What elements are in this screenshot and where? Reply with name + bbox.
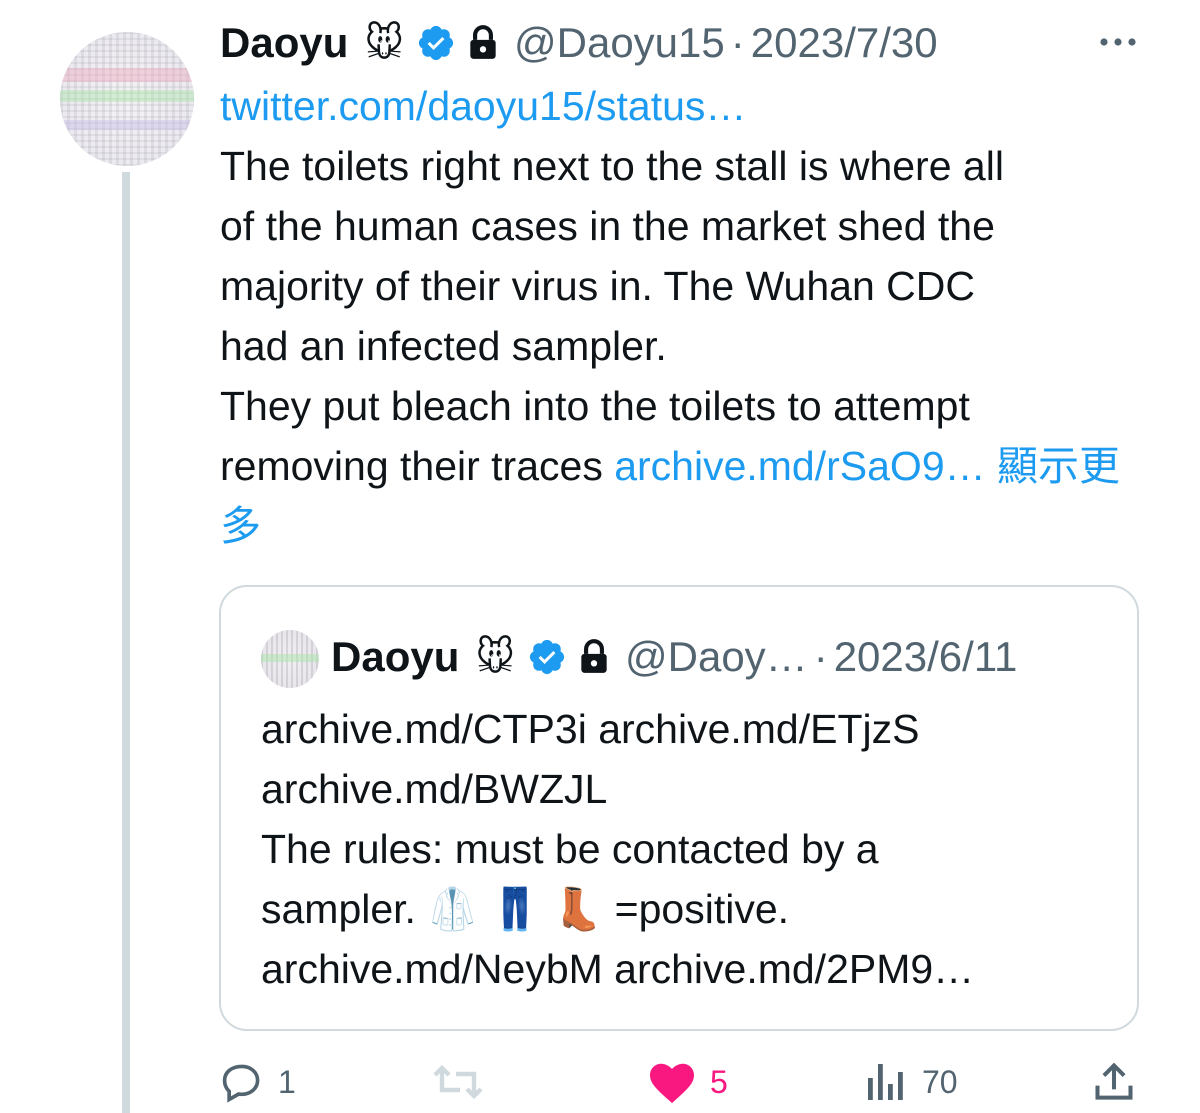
mouse-emoji: 🐭 xyxy=(475,635,515,679)
retweet-button[interactable] xyxy=(432,1052,498,1112)
lock-icon xyxy=(581,639,607,673)
like-button[interactable]: 5 xyxy=(648,1052,728,1112)
quoted-author-handle: @Daoy… xyxy=(625,633,808,680)
like-count: 5 xyxy=(710,1063,728,1100)
tweet-text-line: majority of their virus in. The Wuhan CD… xyxy=(220,263,975,309)
quoted-text-line: sampler. 🥼 👖 👢 =positive. xyxy=(261,886,790,932)
avatar[interactable] xyxy=(60,32,194,166)
tweet-text-line: They put bleach into the toilets to atte… xyxy=(220,383,970,429)
quoted-tweet-header: Daoyu 🐭 @Daoy… · 2023/6/11 xyxy=(331,627,1017,687)
tweet-text-line: The toilets right next to the stall is w… xyxy=(220,143,1004,189)
share-button[interactable] xyxy=(1092,1052,1136,1112)
archive-link[interactable]: archive.md/rSaO9… xyxy=(614,443,985,489)
thread-line xyxy=(122,172,130,1113)
heart-filled-icon xyxy=(650,1063,694,1103)
tweet-text-line: removing their traces xyxy=(220,443,615,489)
separator-dot: · xyxy=(813,633,828,680)
status-link[interactable]: twitter.com/daoyu15/status… xyxy=(220,83,746,129)
quoted-text-line: The rules: must be contacted by a xyxy=(261,826,879,872)
quoted-tweet-date: 2023/6/11 xyxy=(833,633,1018,680)
reply-button[interactable]: 1 xyxy=(220,1052,296,1112)
tweet-text-line: had an infected sampler. xyxy=(220,323,667,369)
tweet-date[interactable]: 2023/7/30 xyxy=(751,14,938,72)
verified-badge-icon xyxy=(529,639,565,675)
quoted-text-line: archive.md/BWZJL xyxy=(261,766,608,812)
quoted-tweet[interactable]: Daoyu 🐭 @Daoy… · 2023/6/11 archive.md/CT… xyxy=(219,585,1139,1031)
reply-count: 1 xyxy=(278,1063,296,1100)
quoted-author-name: Daoyu xyxy=(331,633,460,680)
views-count: 70 xyxy=(922,1063,958,1100)
verified-badge-icon[interactable] xyxy=(416,23,456,63)
quoted-avatar[interactable] xyxy=(261,630,319,688)
share-icon xyxy=(1095,1062,1133,1100)
views-button[interactable]: 70 xyxy=(864,1052,958,1112)
lock-icon xyxy=(470,25,496,59)
retweet-icon xyxy=(433,1064,483,1100)
quoted-tweet-text: archive.md/CTP3i archive.md/ETjzS archiv… xyxy=(261,699,1121,999)
tweet-header: Daoyu 🐭 @Daoyu15 · 2023/7/30 xyxy=(220,14,938,72)
quoted-text-line: archive.md/CTP3i archive.md/ETjzS xyxy=(261,706,920,752)
author-name[interactable]: Daoyu xyxy=(220,14,348,72)
action-bar: 1 5 70 xyxy=(0,1052,1200,1112)
views-chart-icon xyxy=(868,1064,903,1100)
mouse-emoji: 🐭 xyxy=(364,21,404,65)
quoted-text-line: archive.md/NeybM archive.md/2PM9… xyxy=(261,946,975,992)
separator-dot: · xyxy=(730,19,745,66)
tweet-text-line: of the human cases in the market shed th… xyxy=(220,203,995,249)
reply-icon xyxy=(222,1064,260,1103)
tweet-text: twitter.com/daoyu15/status… The toilets … xyxy=(220,76,1160,556)
more-options-icon[interactable] xyxy=(1096,28,1140,56)
author-handle[interactable]: @Daoyu15 xyxy=(514,14,725,72)
